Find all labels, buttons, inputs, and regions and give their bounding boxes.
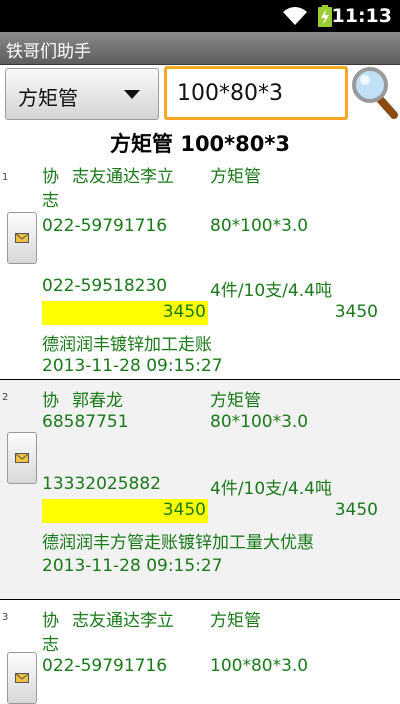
detail-button[interactable] (7, 652, 37, 704)
result-product: 方矩管 (210, 167, 261, 187)
result-spec: 100*80*3.0 (210, 656, 309, 676)
result-datetime: 2013-11-28 09:15:27 (42, 356, 223, 376)
result-price: 3450 (334, 500, 378, 520)
result-tag: 协 (42, 611, 59, 631)
detail-button[interactable] (7, 212, 37, 264)
result-product: 方矩管 (210, 611, 261, 631)
envelope-icon (15, 233, 29, 243)
result-datetime: 2013-11-28 09:15:27 (42, 556, 223, 576)
search-button[interactable] (348, 65, 400, 121)
envelope-icon (15, 673, 29, 683)
result-item: 1 协 志友通达李立 志 方矩管 022-59791716 80*100*3.0… (0, 160, 400, 380)
result-product: 方矩管 (210, 391, 261, 411)
result-phone-2: 022-59518230 (42, 276, 168, 296)
result-price: 3450 (334, 302, 378, 322)
result-tag: 协 (42, 167, 59, 187)
search-bar: 方矩管 (0, 65, 400, 123)
price-highlight: 3450 (42, 301, 208, 325)
result-quantity: 4件/10支/4.4吨 (210, 281, 332, 301)
result-spec: 80*100*3.0 (210, 216, 309, 236)
magnifier-icon (352, 67, 398, 119)
result-note: 德润润丰镀锌加工走账 (42, 335, 212, 355)
envelope-icon (15, 453, 29, 463)
dropdown-arrow-icon (124, 90, 140, 99)
result-item: 2 协 郭春龙 方矩管 68587751 80*100*3.0 13332025… (0, 380, 400, 600)
result-company: 志友通达李立 (72, 167, 174, 187)
category-dropdown[interactable]: 方矩管 (5, 68, 159, 120)
price-highlight: 3450 (42, 499, 208, 523)
result-quantity: 4件/10支/4.4吨 (210, 479, 332, 499)
app-title: 铁哥们助手 (6, 42, 91, 62)
result-tag: 协 (42, 391, 59, 411)
result-phone: 022-59791716 (42, 656, 168, 676)
result-index: 1 (2, 172, 9, 183)
battery-charging-icon (318, 5, 332, 31)
result-spec: 80*100*3.0 (210, 412, 309, 432)
app-title-bar: 铁哥们助手 (0, 32, 400, 65)
search-input-frame (164, 66, 348, 120)
search-input[interactable] (167, 69, 345, 117)
result-company: 郭春龙 (72, 391, 123, 411)
category-dropdown-value: 方矩管 (18, 86, 78, 110)
result-heading: 方矩管 100*80*3 (110, 132, 290, 156)
result-company-cont: 志 (42, 635, 59, 655)
wifi-icon (282, 6, 308, 30)
result-phone: 022-59791716 (42, 216, 168, 236)
result-phone: 68587751 (42, 412, 129, 432)
result-price-highlight: 3450 (162, 302, 206, 322)
clock: 11:13 (331, 5, 392, 27)
results-list: 1 协 志友通达李立 志 方矩管 022-59791716 80*100*3.0… (0, 160, 400, 704)
result-item: 3 协 志友通达李立 志 方矩管 022-59791716 100*80*3.0 (0, 600, 400, 704)
status-bar: 11:13 (0, 0, 400, 32)
result-index: 3 (2, 612, 9, 623)
result-price-highlight: 3450 (162, 500, 206, 520)
result-company-cont: 志 (42, 191, 59, 211)
result-index: 2 (2, 392, 9, 403)
result-phone-2: 13332025882 (42, 474, 161, 494)
detail-button[interactable] (7, 432, 37, 484)
result-note: 德润润丰方管走账镀锌加工量大优惠 (42, 533, 314, 553)
result-company: 志友通达李立 (72, 611, 174, 631)
